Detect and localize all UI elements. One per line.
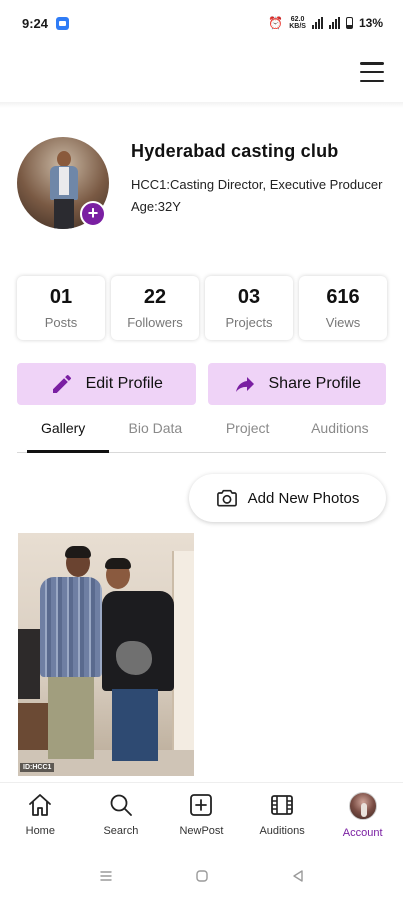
profile-name: Hyderabad casting club	[131, 141, 339, 161]
add-new-photos-button[interactable]: Add New Photos	[189, 474, 386, 522]
stat-followers[interactable]: 22 Followers	[111, 276, 199, 340]
tab-auditions[interactable]: Auditions	[294, 413, 386, 452]
share-arrow-icon	[235, 377, 254, 392]
add-new-photos-label: Add New Photos	[247, 489, 360, 507]
edit-profile-label: Edit Profile	[85, 375, 163, 392]
bottom-navigation: Home Search NewPost Auditions Account	[0, 782, 403, 844]
profile-role: HCC1:Casting Director, Executive Produce…	[131, 177, 383, 192]
stat-value: 01	[49, 286, 73, 308]
system-navigation-bar	[0, 858, 403, 894]
signal-icon-2	[328, 17, 340, 29]
stat-value: 616	[326, 286, 360, 308]
notification-app-icon	[56, 16, 70, 30]
profile-age: Age:32Y	[131, 199, 181, 214]
nav-search[interactable]: Search	[81, 783, 162, 844]
network-speed-value: 62.0	[290, 16, 305, 23]
edit-profile-button[interactable]: Edit Profile	[17, 363, 196, 405]
profile-tabs: Gallery Bio Data Project Auditions	[17, 413, 386, 453]
signal-icon	[311, 17, 323, 29]
nav-auditions-label: Auditions	[259, 825, 305, 837]
film-icon	[271, 795, 293, 815]
stat-label: Views	[325, 315, 361, 330]
nav-new-post[interactable]: NewPost	[161, 783, 242, 844]
hamburger-menu-icon[interactable]	[360, 62, 384, 82]
nav-new-post-label: NewPost	[179, 825, 224, 837]
pencil-icon	[52, 374, 71, 393]
new-post-icon	[190, 794, 213, 816]
home-button-icon[interactable]	[195, 869, 209, 883]
stat-value: 03	[237, 286, 261, 308]
profile-actions: Edit Profile Share Profile	[17, 363, 386, 405]
stat-label: Projects	[225, 315, 273, 330]
stat-value: 22	[143, 286, 167, 308]
tab-bio-data[interactable]: Bio Data	[109, 413, 201, 452]
stat-posts[interactable]: 01 Posts	[17, 276, 105, 340]
stat-label: Followers	[127, 315, 183, 330]
tab-gallery[interactable]: Gallery	[17, 413, 110, 453]
nav-home[interactable]: Home	[0, 783, 81, 844]
alarm-icon: ⏰	[268, 16, 284, 30]
share-profile-button[interactable]: Share Profile	[207, 363, 386, 405]
status-left: 9:24	[22, 15, 70, 31]
share-profile-label: Share Profile	[268, 375, 362, 392]
profile-avatar-container: +	[17, 137, 109, 229]
profile-info: Hyderabad casting club HCC1:Casting Dire…	[131, 141, 391, 214]
nav-auditions[interactable]: Auditions	[242, 783, 323, 844]
photo-watermark: ID:HCC1	[20, 763, 55, 772]
stat-views[interactable]: 616 Views	[299, 276, 387, 340]
recent-apps-icon[interactable]	[99, 869, 113, 883]
battery-icon	[345, 17, 353, 29]
stat-label: Posts	[44, 315, 78, 330]
tab-project[interactable]: Project	[202, 413, 294, 452]
stat-projects[interactable]: 03 Projects	[205, 276, 293, 340]
battery-percent: 13%	[358, 16, 383, 30]
camera-icon	[216, 489, 237, 507]
profile-stats: 01 Posts 22 Followers 03 Projects 616 Vi…	[17, 276, 387, 340]
status-right: ⏰ 62.0 KB/S 13%	[268, 16, 383, 30]
network-speed-unit: KB/S	[289, 23, 306, 30]
back-button-icon[interactable]	[291, 869, 305, 883]
nav-account-label: Account	[342, 827, 383, 839]
status-time: 9:24	[22, 15, 49, 31]
gallery-photo[interactable]: ID:HCC1	[18, 533, 194, 776]
nav-search-label: Search	[103, 825, 139, 837]
status-bar: 9:24 ⏰ 62.0 KB/S 13%	[0, 0, 403, 46]
header-divider	[0, 102, 403, 108]
add-avatar-plus-icon[interactable]: +	[80, 201, 106, 227]
account-avatar	[348, 792, 377, 820]
search-icon	[110, 794, 132, 816]
nav-home-label: Home	[25, 825, 55, 837]
network-speed: 62.0 KB/S	[289, 16, 306, 30]
home-icon	[29, 794, 52, 816]
nav-account[interactable]: Account	[322, 783, 403, 844]
